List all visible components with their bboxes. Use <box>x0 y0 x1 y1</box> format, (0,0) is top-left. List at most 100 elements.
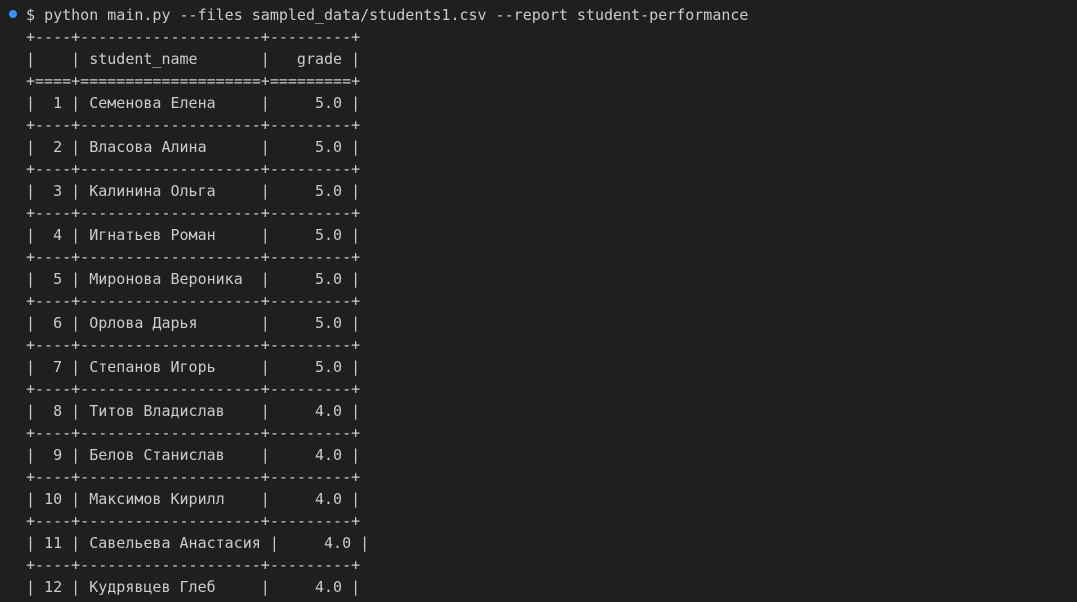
student-name: Титов Владислав <box>89 402 252 420</box>
student-name: Кудрявцев Глеб <box>89 578 252 596</box>
cell-border: | <box>342 578 361 596</box>
table-row-separator: +----+--------------------+---------+ <box>26 336 361 354</box>
student-grade: 5.0 <box>278 94 343 112</box>
table-row-separator: +----+--------------------+---------+ <box>26 556 361 574</box>
table-row: | 5 | Миронова Вероника | 5.0 | <box>26 268 369 290</box>
student-grade: 5.0 <box>278 314 343 332</box>
row-index: 4 <box>44 226 63 244</box>
cell-border: | <box>342 358 361 376</box>
cell-border: | <box>26 578 45 596</box>
row-index: 10 <box>44 490 63 508</box>
table-row: | 3 | Калинина Ольга | 5.0 | <box>26 180 369 202</box>
cell-border: | <box>251 226 279 244</box>
student-grade: 5.0 <box>278 270 343 288</box>
cell-border: | <box>26 182 45 200</box>
cell-border: | <box>351 534 370 552</box>
table-row: | 10 | Максимов Кирилл | 4.0 | <box>26 488 369 510</box>
cell-border: | <box>62 226 90 244</box>
student-name: Максимов Кирилл <box>89 490 252 508</box>
cell-border: | <box>62 402 90 420</box>
cell-border: | <box>62 446 90 464</box>
cell-border: | <box>26 314 45 332</box>
cell-border: | <box>26 358 45 376</box>
row-index: 2 <box>44 138 63 156</box>
cell-border: | <box>342 402 361 420</box>
cell-border: | <box>342 490 361 508</box>
cell-border: | <box>251 402 279 420</box>
table-row: | 1 | Семенова Елена | 5.0 | <box>26 92 369 114</box>
table-row: | 4 | Игнатьев Роман | 5.0 | <box>26 224 369 246</box>
cell-border: | <box>26 446 45 464</box>
cell-border: | <box>251 358 279 376</box>
cell-border: | <box>26 270 45 288</box>
cell-border: | <box>342 138 361 156</box>
terminal-window[interactable]: $ python main.py --files sampled_data/st… <box>0 0 1077 602</box>
cell-border: | <box>62 314 90 332</box>
cell-border: | <box>251 446 279 464</box>
student-name: Игнатьев Роман <box>89 226 252 244</box>
table-row-separator: +----+--------------------+---------+ <box>26 598 369 602</box>
cell-border: | <box>62 270 90 288</box>
row-index: 9 <box>44 446 63 464</box>
student-grade: grade <box>278 50 343 68</box>
table-row-separator: +----+--------------------+---------+ <box>26 116 361 134</box>
cell-border: | <box>26 534 45 552</box>
student-grade: 5.0 <box>278 226 343 244</box>
table-row-separator: +----+--------------------+---------+ <box>26 292 361 310</box>
student-grade: 4.0 <box>278 490 343 508</box>
student-name: Орлова Дарья <box>89 314 252 332</box>
row-index: 8 <box>44 402 63 420</box>
cell-border: | <box>62 578 90 596</box>
cell-border: | <box>251 138 279 156</box>
table-row: | 11 | Савельева Анастасия | 4.0 | <box>26 532 369 554</box>
command-status-dot-icon <box>9 10 17 18</box>
cell-border: | <box>251 182 279 200</box>
table-row-separator: +----+--------------------+---------+ <box>26 468 361 486</box>
cell-border: | <box>62 490 90 508</box>
table-row: | 2 | Власова Алина | 5.0 | <box>26 136 369 158</box>
student-grade: 5.0 <box>278 138 343 156</box>
cell-border: | <box>342 94 361 112</box>
row-index: 1 <box>44 94 63 112</box>
row-index: 11 <box>44 534 63 552</box>
student-name: Власова Алина <box>89 138 252 156</box>
table-row-separator: +----+--------------------+---------+ <box>26 380 361 398</box>
cell-border: | <box>342 314 361 332</box>
student-name: Белов Станислав <box>89 446 252 464</box>
student-name: Миронова Вероника <box>89 270 252 288</box>
student-grade: 4.0 <box>278 446 343 464</box>
command-text: python main.py --files sampled_data/stud… <box>44 6 749 24</box>
table-row-separator: +----+--------------------+---------+ <box>26 424 361 442</box>
cell-border: | <box>26 226 45 244</box>
cell-border: | <box>62 94 90 112</box>
row-index: 7 <box>44 358 63 376</box>
student-name: Степанов Игорь <box>89 358 252 376</box>
cell-border: | <box>251 578 279 596</box>
table-row: | 12 | Кудрявцев Глеб | 4.0 | <box>26 576 369 598</box>
table-header-row: | | student_name | grade | <box>26 48 369 70</box>
cell-border: | <box>251 270 279 288</box>
cell-border: | <box>26 138 45 156</box>
row-index <box>44 50 62 68</box>
cell-border: | <box>62 138 90 156</box>
cell-border: | <box>251 490 279 508</box>
cell-border: | <box>26 490 45 508</box>
student-grade: 4.0 <box>278 578 343 596</box>
student-grade: 4.0 <box>278 402 343 420</box>
table-header-separator: +====+====================+=========+ <box>26 72 361 90</box>
prompt-symbol: $ <box>26 6 36 24</box>
table-row: | 8 | Титов Владислав | 4.0 | <box>26 400 369 422</box>
cell-border: | <box>342 270 361 288</box>
row-index: 6 <box>44 314 63 332</box>
table-row-separator: +----+--------------------+---------+ <box>26 204 361 222</box>
results-table: +----+--------------------+---------+ | |… <box>26 26 369 602</box>
student-name: Калинина Ольга <box>89 182 252 200</box>
cell-border: | <box>342 182 361 200</box>
cell-border: | <box>260 534 288 552</box>
cell-border: | <box>62 534 90 552</box>
cell-border: | <box>251 94 279 112</box>
table-row-separator: +----+--------------------+---------+ <box>26 512 361 530</box>
student-name: student_name <box>89 50 252 68</box>
cell-border: | <box>251 50 279 68</box>
cell-border: | <box>26 94 45 112</box>
